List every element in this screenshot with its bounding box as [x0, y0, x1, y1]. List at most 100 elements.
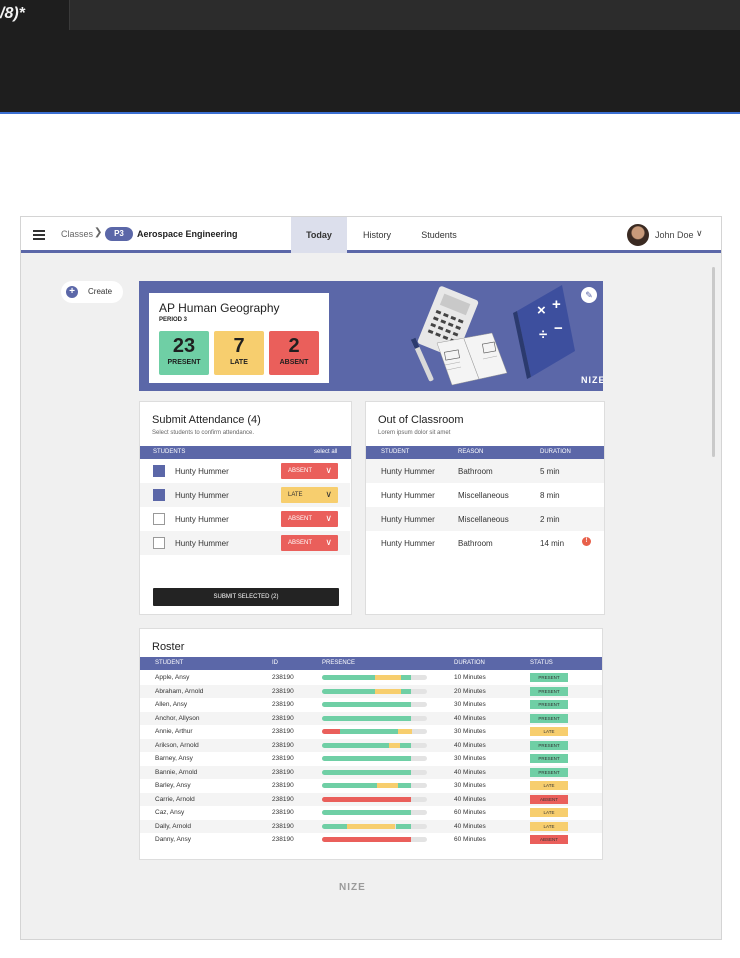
late-label: LATE: [230, 359, 248, 366]
svg-text:÷: ÷: [539, 326, 547, 343]
row-checkbox[interactable]: [153, 537, 165, 549]
scrollbar[interactable]: [712, 267, 715, 457]
student-id: 238190: [272, 741, 294, 749]
create-button[interactable]: + Create: [61, 281, 123, 303]
presence-segment: [322, 742, 390, 748]
present-stat: 23 PRESENT: [159, 331, 209, 375]
app-frame: Classes ❯ P3 Aerospace Engineering Today…: [20, 216, 722, 940]
student-name: Hunty Hummer: [381, 491, 435, 500]
student-name: Anchor, Allyson: [155, 714, 200, 722]
student-name: Hunty Hummer: [175, 515, 229, 524]
presence-segment: [322, 675, 375, 680]
row-checkbox[interactable]: [153, 465, 165, 477]
editor-tab-strip: /8)*: [0, 0, 740, 30]
presence-segment: [374, 688, 401, 694]
table-row[interactable]: Danny, Ansy 238190 60 Minutes ABSENT: [140, 833, 602, 847]
presence-segment: [322, 783, 377, 788]
student-id: 238190: [272, 674, 294, 681]
attendance-row[interactable]: Hunty Hummer ABSENT ∨: [140, 507, 350, 531]
table-row[interactable]: Allen, Ansy 238190 30 Minutes PRESENT: [140, 698, 602, 712]
out-of-classroom-row: Hunty Hummer Miscellaneous 2 min: [366, 507, 604, 531]
present-label: PRESENT: [167, 359, 201, 366]
edit-banner-button[interactable]: ✎: [581, 287, 597, 303]
brand-logo: NIZE: [581, 375, 603, 385]
presence-segment: [399, 742, 412, 748]
table-row[interactable]: Anchor, Allyson 238190 40 Minutes PRESENT: [140, 711, 602, 725]
student-name: Dally, Arnold: [155, 822, 192, 830]
late-count: 7: [233, 335, 245, 357]
table-row[interactable]: Caz, Ansy 238190 60 Minutes LATE: [140, 806, 602, 820]
presence-segment: [322, 796, 412, 802]
select-all-link[interactable]: select all: [314, 446, 337, 459]
svg-text:+: +: [552, 296, 561, 313]
table-row[interactable]: Apple, Ansy 238190 10 Minutes PRESENT: [140, 671, 602, 685]
student-column-header: STUDENT: [155, 660, 184, 666]
submit-selected-button[interactable]: SUBMIT SELECTED (2): [153, 588, 339, 606]
duration-column-header: DURATION: [454, 660, 485, 666]
presence-segment: [400, 675, 412, 680]
presence-segment: [322, 688, 375, 694]
menu-icon[interactable]: [33, 230, 45, 240]
tab-today[interactable]: Today: [291, 217, 347, 253]
student-name: Bannie, Arnold: [155, 768, 198, 776]
chevron-right-icon: ❯: [94, 227, 103, 238]
student-name: Danny, Ansy: [155, 836, 192, 843]
breadcrumb-classes[interactable]: Classes: [61, 229, 93, 239]
presence-segment: [322, 837, 412, 842]
presence-segment: [389, 742, 400, 748]
out-of-classroom-row: Hunty Hummer Bathroom 5 min: [366, 459, 604, 483]
tab-students[interactable]: Students: [417, 217, 461, 253]
student-name: Hunty Hummer: [175, 491, 229, 500]
student-id: 238190: [272, 809, 294, 816]
alert-icon[interactable]: !: [582, 537, 591, 546]
student-name: Apple, Ansy: [155, 674, 190, 681]
attendance-row[interactable]: Hunty Hummer ABSENT ∨: [140, 531, 350, 555]
status-value: ABSENT: [288, 516, 313, 522]
status-dropdown[interactable]: ABSENT ∨: [281, 463, 338, 479]
presence-segment: [376, 783, 398, 788]
status-dropdown[interactable]: ABSENT ∨: [281, 511, 338, 527]
banner-illustration: × + ÷ −: [410, 285, 575, 386]
status-badge: ABSENT: [530, 835, 568, 844]
table-row[interactable]: Dally, Arnold 238190 40 Minutes LATE: [140, 819, 602, 833]
out-of-classroom-row: Hunty Hummer Bathroom 14 min !: [366, 531, 604, 555]
tab-history[interactable]: History: [357, 217, 397, 253]
table-row[interactable]: Barley, Ansy 238190 30 Minutes LATE: [140, 779, 602, 793]
chevron-down-icon[interactable]: ∨: [696, 228, 703, 239]
status-badge: LATE: [530, 727, 568, 736]
editor-accent-line: [0, 112, 740, 114]
presence-segment: [322, 769, 412, 775]
attendance-row[interactable]: Hunty Hummer ABSENT ∨: [140, 459, 350, 483]
row-checkbox[interactable]: [153, 513, 165, 525]
table-row[interactable]: Arikson, Arnold 238190 40 Minutes PRESENT: [140, 738, 602, 752]
avatar[interactable]: [627, 224, 649, 246]
table-row[interactable]: Bannie, Arnold 238190 40 Minutes PRESENT: [140, 765, 602, 779]
absent-stat: 2 ABSENT: [269, 331, 319, 375]
row-checkbox[interactable]: [153, 489, 165, 501]
status-value: LATE: [288, 492, 303, 498]
reason: Miscellaneous: [458, 515, 509, 524]
math-book-illustration: × + ÷ −: [513, 285, 575, 379]
student-name: Caz, Ansy: [155, 809, 185, 816]
duration-column-header: DURATION: [540, 449, 571, 455]
present-count: 23: [172, 335, 196, 357]
table-row[interactable]: Abraham, Arnold 238190 20 Minutes PRESENT: [140, 684, 602, 698]
student-name: Abraham, Arnold: [155, 687, 204, 695]
status-dropdown[interactable]: LATE ∨: [281, 487, 338, 503]
chevron-down-icon: ∨: [325, 489, 332, 499]
status-dropdown[interactable]: ABSENT ∨: [281, 535, 338, 551]
table-row[interactable]: Barney, Ansy 238190 30 Minutes PRESENT: [140, 752, 602, 766]
attendance-row[interactable]: Hunty Hummer LATE ∨: [140, 483, 350, 507]
editor-tab[interactable]: /8)*: [0, 0, 70, 30]
presence-column-header: PRESENCE: [322, 660, 356, 666]
presence-bar: [322, 688, 427, 694]
table-row[interactable]: Annie, Arthur 238190 30 Minutes LATE: [140, 725, 602, 739]
user-name[interactable]: John Doe: [655, 230, 694, 240]
duration: 30 Minutes: [454, 728, 486, 735]
presence-bar: [322, 796, 427, 802]
table-row[interactable]: Carrie, Arnold 238190 40 Minutes ABSENT: [140, 792, 602, 806]
duration: 5 min: [540, 467, 560, 476]
presence-segment: [400, 688, 412, 694]
presence-bar: [322, 783, 427, 788]
submit-attendance-title: Submit Attendance (4): [152, 414, 261, 426]
